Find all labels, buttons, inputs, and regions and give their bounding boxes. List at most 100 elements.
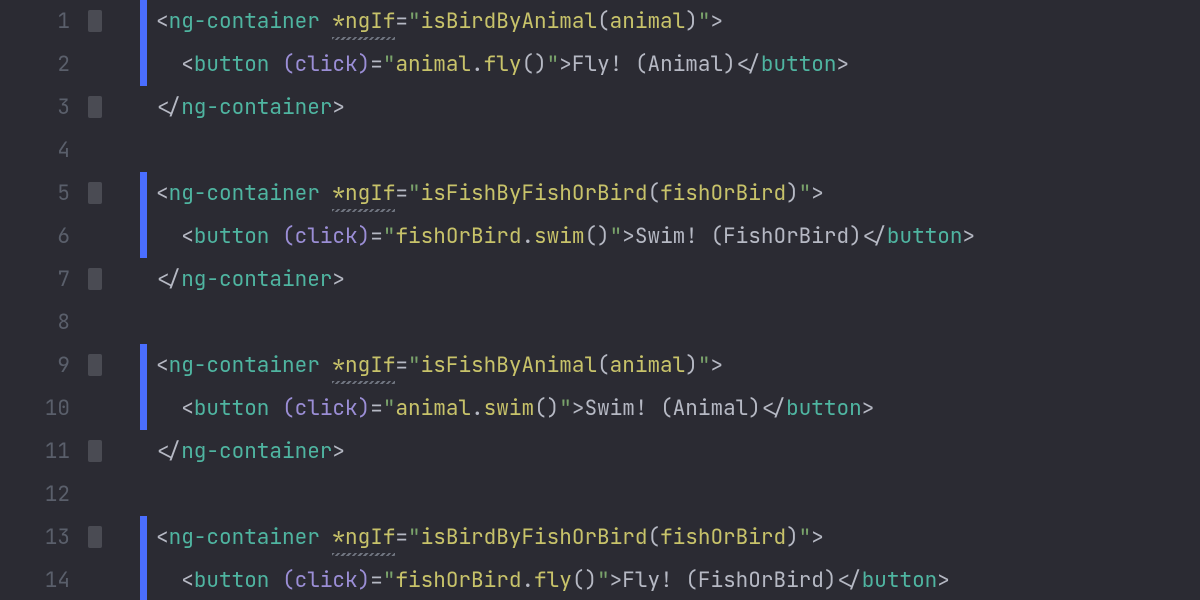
fold-icon[interactable]: [88, 96, 102, 118]
gutter-marks: [88, 258, 156, 301]
fold-icon[interactable]: [88, 354, 102, 376]
token-dir: *ngIf: [332, 344, 395, 387]
token-punc: </: [156, 94, 181, 121]
token-str: ": [383, 223, 396, 250]
change-stripe-icon: [140, 344, 147, 387]
token-attr: (click): [282, 395, 370, 422]
code-line[interactable]: 14 <button (click)="fishOrBird.fly()">Fl…: [0, 559, 1200, 600]
token-tag: button: [862, 567, 938, 594]
code-content[interactable]: </ng-container>: [156, 86, 1200, 129]
token-punc: >: [710, 352, 723, 379]
token-tag: ng-container: [169, 180, 333, 207]
code-content[interactable]: <ng-container *ngIf="isBirdByAnimal(anim…: [156, 0, 1200, 43]
token-punc: ): [786, 524, 799, 551]
token-str: ": [547, 51, 560, 78]
token-punc: >: [559, 51, 572, 78]
code-line[interactable]: 2 <button (click)="animal.fly()">Fly! (A…: [0, 43, 1200, 86]
token-punc: (): [534, 395, 559, 422]
code-line[interactable]: 8: [0, 301, 1200, 344]
code-content[interactable]: </ng-container>: [156, 258, 1200, 301]
token-fn: fly: [534, 567, 572, 594]
token-punc: >: [811, 180, 824, 207]
fold-icon[interactable]: [88, 526, 102, 548]
token-op: =: [370, 567, 383, 594]
token-punc: (): [521, 51, 546, 78]
token-str: ": [383, 567, 396, 594]
code-content[interactable]: </ng-container>: [156, 430, 1200, 473]
fold-icon[interactable]: [88, 10, 102, 32]
code-content[interactable]: <ng-container *ngIf="isFishByAnimal(anim…: [156, 344, 1200, 387]
token-str: ": [383, 51, 396, 78]
token-str: ": [597, 567, 610, 594]
change-stripe-icon: [140, 559, 147, 600]
token-tag: button: [786, 395, 862, 422]
code-line[interactable]: 13<ng-container *ngIf="isBirdByFishOrBir…: [0, 516, 1200, 559]
token-fn: isBirdByFishOrBird: [421, 524, 648, 551]
token-punc: <: [156, 8, 169, 35]
token-fn: fishOrBird: [395, 567, 521, 594]
code-line[interactable]: 4: [0, 129, 1200, 172]
code-content[interactable]: <ng-container *ngIf="isBirdByFishOrBird(…: [156, 516, 1200, 559]
token-punc: </: [836, 567, 861, 594]
code-content[interactable]: <button (click)="fishOrBird.fly()">Fly! …: [156, 559, 1200, 600]
code-line[interactable]: 12: [0, 473, 1200, 516]
code-content[interactable]: <button (click)="animal.fly()">Fly! (Ani…: [156, 43, 1200, 86]
gutter-marks: [88, 215, 156, 258]
code-line[interactable]: 6 <button (click)="fishOrBird.swim()">Sw…: [0, 215, 1200, 258]
token-punc: (: [647, 524, 660, 551]
line-number: 9: [0, 344, 88, 387]
token-punc: .: [521, 567, 534, 594]
token-op: =: [395, 352, 408, 379]
line-number: 1: [0, 0, 88, 43]
line-number: 5: [0, 172, 88, 215]
code-content[interactable]: <ng-container *ngIf="isFishByFishOrBird(…: [156, 172, 1200, 215]
code-line[interactable]: 11 </ng-container>: [0, 430, 1200, 473]
code-content[interactable]: <button (click)="animal.swim()">Swim! (A…: [156, 387, 1200, 430]
code-line[interactable]: 3</ng-container>: [0, 86, 1200, 129]
fold-icon[interactable]: [88, 440, 102, 462]
token-str: ": [408, 352, 421, 379]
token-dir: *ngIf: [332, 516, 395, 559]
token-punc: </: [862, 223, 887, 250]
code-content[interactable]: <button (click)="fishOrBird.swim()">Swim…: [156, 215, 1200, 258]
gutter-marks: [88, 387, 156, 430]
token-op: =: [370, 51, 383, 78]
token-op: =: [395, 180, 408, 207]
line-number: 11: [0, 430, 88, 473]
token-fn: fishOrBird: [660, 180, 786, 207]
token-punc: <: [156, 180, 169, 207]
token-punc: (: [597, 352, 610, 379]
code-line[interactable]: 5<ng-container *ngIf="isFishByFishOrBird…: [0, 172, 1200, 215]
token-punc: <: [156, 223, 194, 250]
token-tag: ng-container: [169, 8, 333, 35]
token-txt: Swim! (Animal): [584, 395, 760, 422]
token-fn: animal: [610, 352, 686, 379]
token-tag: button: [194, 395, 282, 422]
token-punc: <: [156, 395, 194, 422]
token-str: ": [408, 8, 421, 35]
code-line[interactable]: 10 <button (click)="animal.swim()">Swim!…: [0, 387, 1200, 430]
code-editor[interactable]: 1 <ng-container *ngIf="isBirdByAnimal(ani…: [0, 0, 1200, 600]
token-punc: .: [521, 223, 534, 250]
token-punc: .: [471, 395, 484, 422]
token-punc: ): [786, 180, 799, 207]
token-fn: fishOrBird: [395, 223, 521, 250]
token-str: ": [559, 395, 572, 422]
change-stripe-icon: [140, 172, 147, 215]
fold-icon[interactable]: [88, 268, 102, 290]
token-punc: (): [584, 223, 609, 250]
line-number: 4: [0, 129, 88, 172]
token-fn: swim: [484, 395, 534, 422]
token-punc: >: [610, 567, 623, 594]
fold-icon[interactable]: [88, 182, 102, 204]
token-punc: >: [572, 395, 585, 422]
token-punc: >: [332, 438, 345, 465]
change-stripe-icon: [140, 387, 147, 430]
code-line[interactable]: 1 <ng-container *ngIf="isBirdByAnimal(ani…: [0, 0, 1200, 43]
code-line[interactable]: 9 <ng-container *ngIf="isFishByAnimal(ani…: [0, 344, 1200, 387]
token-str: ": [383, 395, 396, 422]
code-line[interactable]: 7</ng-container>: [0, 258, 1200, 301]
token-str: ": [698, 8, 711, 35]
token-str: ": [799, 180, 812, 207]
token-tag: button: [761, 51, 837, 78]
